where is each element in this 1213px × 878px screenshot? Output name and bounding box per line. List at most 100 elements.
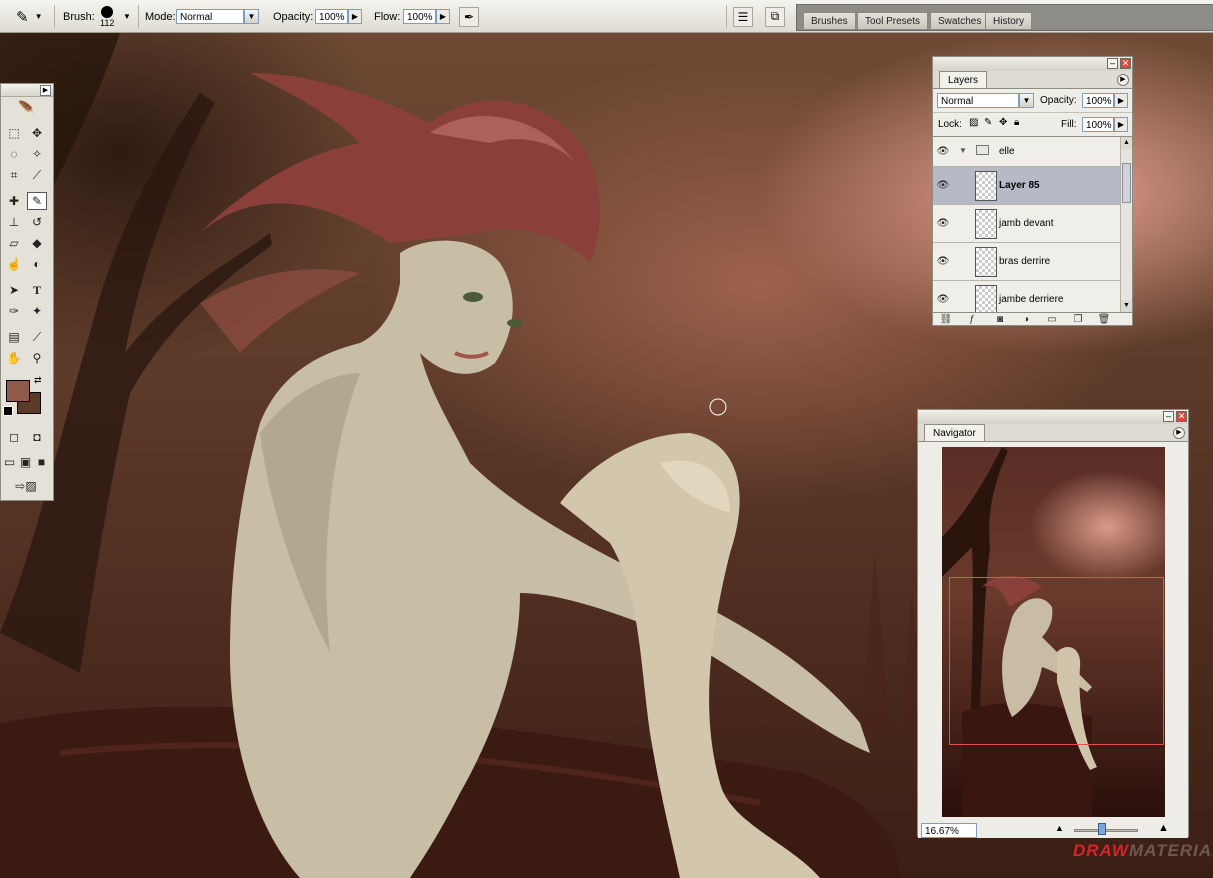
adjustment-layer-icon[interactable]: ◑	[1019, 314, 1033, 326]
zoom-level-input[interactable]: 16.67%	[921, 823, 977, 838]
eyedropper-tool-icon[interactable]: ⟋	[27, 328, 47, 346]
zoom-slider-thumb[interactable]	[1098, 823, 1106, 835]
full-screen-menubar-icon[interactable]: ▣	[18, 453, 33, 471]
pen-tool-icon[interactable]: ✑	[4, 302, 24, 320]
zoom-tool-icon[interactable]: ⚲	[27, 349, 47, 367]
hand-tool-icon[interactable]: ✋	[4, 349, 24, 367]
scroll-up-icon[interactable]: ▲	[1121, 137, 1132, 149]
jump-to-imageready-icon[interactable]: ⇨▨	[4, 477, 48, 495]
quick-mask-mode-icon[interactable]: ◘	[27, 428, 47, 446]
mode-dropdown-button[interactable]: ▼	[244, 9, 259, 24]
brush-size-value: 112	[100, 17, 115, 28]
standard-screen-mode-icon[interactable]: ▭	[2, 453, 17, 471]
custom-shape-tool-icon[interactable]: ✦	[27, 302, 47, 320]
notes-tool-icon[interactable]: ▤	[4, 328, 24, 346]
well-tab-tool-presets[interactable]: Tool Presets	[857, 12, 929, 29]
tab-layers[interactable]: Layers	[939, 71, 988, 88]
eraser-tool-icon[interactable]: ▱	[4, 234, 24, 252]
go-to-bridge-button[interactable]: ⧉	[765, 6, 785, 27]
flow-slider-button[interactable]: ▶	[436, 9, 450, 24]
layer-row-elle[interactable]: 👁︎ ▼ elle	[933, 137, 1120, 167]
layers-panel-titlebar[interactable]: – ✕	[933, 57, 1132, 71]
well-tab-swatches[interactable]: Swatches	[930, 12, 990, 29]
lock-transparency-icon[interactable]: ▨	[969, 117, 978, 128]
type-tool-icon[interactable]: T	[27, 281, 47, 299]
swap-colors-icon[interactable]: ⇄	[34, 375, 42, 386]
eye-icon[interactable]: 👁︎	[933, 281, 953, 312]
foreground-color-swatch[interactable]	[6, 380, 30, 402]
smudge-tool-icon[interactable]: ☝	[4, 255, 24, 273]
clone-stamp-tool-icon[interactable]: ⊥	[4, 213, 24, 231]
palette-menu-arrow-icon[interactable]: ▶	[40, 85, 51, 96]
well-tab-history[interactable]: History	[985, 12, 1033, 29]
zoom-out-icon[interactable]: ▲	[1055, 823, 1064, 833]
panel-menu-icon[interactable]: ▶	[1117, 74, 1129, 86]
tools-palette-titlebar[interactable]: ▶	[1, 84, 53, 97]
crop-tool-icon[interactable]: ⌗	[4, 166, 24, 184]
minimize-icon[interactable]: –	[1163, 411, 1174, 422]
toggle-palettes-button[interactable]: ☰	[733, 6, 753, 27]
zoom-in-icon[interactable]: ▲	[1158, 822, 1169, 834]
dodge-tool-icon[interactable]: ◐	[27, 255, 47, 273]
tab-navigator[interactable]: Navigator	[924, 424, 985, 441]
lock-position-icon[interactable]: ✥	[999, 117, 1007, 128]
layer-row-jambe-derriere[interactable]: 👁︎ jambe derriere	[933, 281, 1120, 312]
triangle-right-icon: ▶	[439, 12, 447, 21]
paint-bucket-tool-icon[interactable]: ◆	[27, 234, 47, 252]
brush-tool-icon[interactable]: ✎	[27, 192, 47, 210]
close-icon[interactable]: ✕	[1176, 411, 1187, 422]
eye-icon[interactable]: 👁︎	[933, 205, 953, 243]
eye-icon[interactable]: 👁︎	[933, 243, 953, 281]
blend-mode-select[interactable]: Normal	[937, 93, 1019, 108]
brush-size-picker[interactable]: 112	[100, 0, 114, 33]
new-layer-icon[interactable]: ❐	[1071, 314, 1085, 326]
healing-brush-tool-icon[interactable]: ✚	[4, 192, 24, 210]
layer-style-icon[interactable]: ƒ	[965, 314, 979, 326]
close-icon[interactable]: ✕	[1120, 58, 1131, 69]
marquee-tool-icon[interactable]: ⬚	[4, 124, 24, 142]
blend-mode-dropdown-button[interactable]: ▼	[1019, 93, 1034, 108]
mode-select[interactable]: Normal	[176, 9, 244, 24]
eye-icon[interactable]: 👁︎	[933, 137, 953, 167]
history-brush-tool-icon[interactable]: ↺	[27, 213, 47, 231]
navigator-panel-titlebar[interactable]: – ✕	[918, 410, 1188, 424]
path-selection-tool-icon[interactable]: ➤	[4, 281, 24, 299]
eye-icon[interactable]: 👁︎	[933, 167, 953, 205]
fill-slider-button[interactable]: ▶	[1114, 117, 1128, 132]
navigator-preview[interactable]	[942, 447, 1165, 817]
layer-list-scrollbar[interactable]: ▲ ▼	[1120, 137, 1132, 312]
chevron-down-icon[interactable]: ▼	[959, 146, 967, 155]
link-layers-icon[interactable]: ⛓	[939, 314, 953, 326]
panel-menu-icon[interactable]: ▶	[1173, 427, 1185, 439]
lasso-tool-icon[interactable]: ◌	[4, 145, 24, 163]
layer-opacity-slider-button[interactable]: ▶	[1114, 93, 1128, 108]
airbrush-button[interactable]: ✒	[459, 6, 479, 27]
trash-icon[interactable]: 🗑︎	[1097, 314, 1111, 326]
layer-mask-icon[interactable]: ◙	[993, 314, 1007, 326]
lock-all-icon[interactable]: 🔒︎	[1014, 117, 1019, 128]
feather-logo[interactable]: 🪶	[4, 98, 50, 118]
brush-tool-preset-picker[interactable]: ✎ ▼	[16, 0, 43, 33]
zoom-slider[interactable]	[1074, 829, 1138, 832]
layer-row-jamb-devant[interactable]: 👁︎ jamb devant	[933, 205, 1120, 243]
standard-mode-icon[interactable]: ◻	[4, 428, 24, 446]
layer-row-layer-85[interactable]: 👁︎ Layer 85	[933, 167, 1120, 205]
layer-row-bras-derrire[interactable]: 👁︎ bras derrire	[933, 243, 1120, 281]
opacity-slider-button[interactable]: ▶	[348, 9, 362, 24]
minimize-icon[interactable]: –	[1107, 58, 1118, 69]
new-group-icon[interactable]: ▭	[1045, 314, 1059, 326]
well-tab-brushes[interactable]: Brushes	[803, 12, 856, 29]
default-colors-icon[interactable]	[3, 406, 13, 416]
layer-opacity-input[interactable]: 100%	[1082, 93, 1114, 108]
magic-wand-tool-icon[interactable]: ✧	[27, 145, 47, 163]
full-screen-mode-icon[interactable]: ■	[34, 453, 49, 471]
slice-tool-icon[interactable]: ⟋	[27, 166, 47, 184]
fill-input[interactable]: 100%	[1082, 117, 1114, 132]
move-tool-icon[interactable]: ✥	[27, 124, 47, 142]
lock-image-icon[interactable]: ✎	[984, 117, 992, 128]
opacity-input[interactable]: 100%	[315, 9, 348, 24]
brush-size-dropdown[interactable]: ▼	[123, 0, 131, 33]
flow-input[interactable]: 100%	[403, 9, 436, 24]
scroll-thumb[interactable]	[1122, 163, 1131, 203]
navigator-view-box[interactable]	[949, 577, 1164, 745]
